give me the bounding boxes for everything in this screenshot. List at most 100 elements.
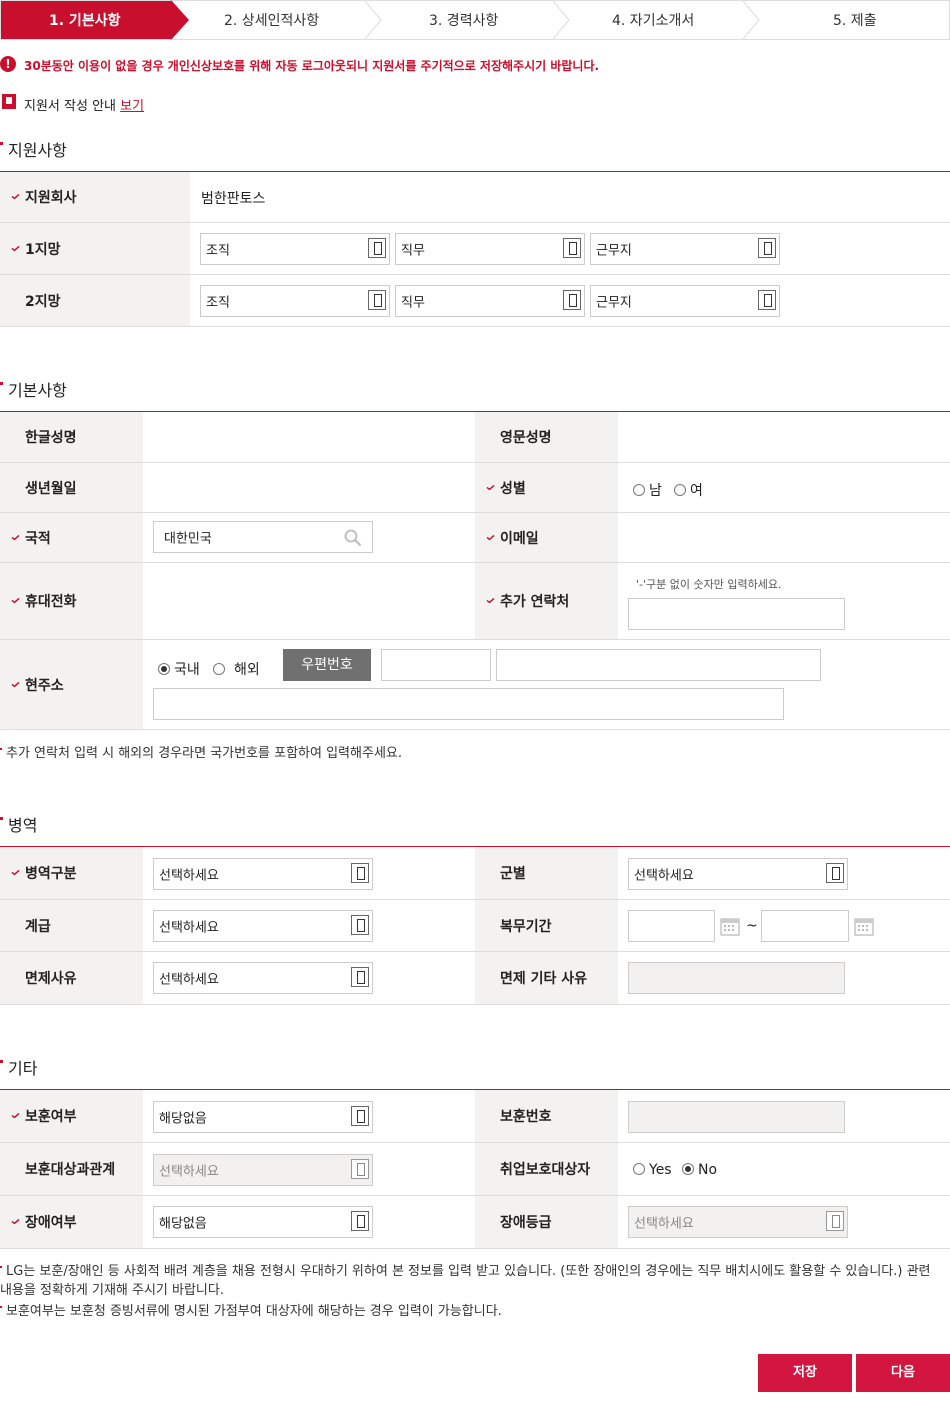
calendar-icon[interactable] — [854, 916, 874, 936]
table-row: 국적 대한민국 이메일 — [0, 513, 950, 563]
save-button[interactable]: 저장 — [758, 1354, 852, 1392]
alert-icon: ! — [0, 56, 16, 72]
disability-grade-select: 선택하세요 — [628, 1206, 848, 1238]
select-popup-icon[interactable] — [563, 290, 581, 310]
next-button[interactable]: 다음 — [856, 1354, 950, 1392]
disability-select[interactable]: 해당없음 — [153, 1206, 373, 1238]
select-popup-icon[interactable] — [351, 1211, 369, 1231]
search-icon[interactable] — [344, 529, 362, 547]
employment-protect-yes-radio[interactable]: Yes — [633, 1162, 672, 1178]
veteran-relation-label: 보훈대상과관계 — [25, 1162, 116, 1178]
military-type-select[interactable]: 선택하세요 — [153, 858, 373, 890]
exempt-other-input — [628, 962, 845, 994]
address-overseas-radio[interactable]: 해외 — [213, 659, 260, 679]
address-domestic-radio[interactable]: 국내 — [158, 659, 200, 679]
select-popup-icon[interactable] — [351, 863, 369, 883]
extra-contact-label: 추가 연락처 — [500, 594, 570, 610]
employment-protect-no-radio[interactable]: No — [682, 1162, 717, 1178]
table-row: 장애여부 해당없음 장애등급 선택하세요 — [0, 1196, 950, 1249]
veteran-label: 보훈여부 — [25, 1109, 77, 1125]
step-career[interactable]: 3. 경력사항 — [383, 1, 553, 39]
birth-label: 생년월일 — [25, 480, 77, 497]
step-navigation: 1. 기본사항 2. 상세인적사항 3. 경력사항 4. 자기소개서 5. 제출 — [0, 0, 950, 40]
exempt-other-label: 면제 기타 사유 — [500, 971, 588, 987]
service-end-input[interactable] — [761, 910, 849, 942]
select-popup-icon[interactable] — [351, 1106, 369, 1126]
required-check-icon — [486, 597, 495, 604]
gender-male-radio[interactable]: 남 — [633, 480, 662, 500]
table-row: 병역구분 선택하세요 군별 선택하세요 — [0, 847, 950, 900]
section-title-military: 병역 — [0, 812, 37, 836]
exempt-reason-select[interactable]: 선택하세요 — [153, 962, 373, 994]
required-check-icon — [11, 1218, 20, 1225]
nationality-field[interactable]: 대한민국 — [153, 521, 373, 553]
calendar-icon[interactable] — [720, 916, 740, 936]
section-title-apply: 지원사항 — [0, 137, 67, 161]
second-choice-label: 2지망 — [25, 293, 61, 310]
employment-protect-label: 취업보호대상자 — [500, 1162, 591, 1178]
veteran-number-label: 보훈번호 — [500, 1109, 552, 1125]
postcode-input[interactable] — [381, 649, 491, 681]
military-branch-label: 군별 — [500, 866, 526, 882]
section-title-basic: 기본사항 — [0, 377, 67, 401]
select-popup-icon — [351, 1159, 369, 1179]
military-branch-select[interactable]: 선택하세요 — [628, 858, 848, 890]
second-job-field[interactable]: 직무 — [395, 285, 585, 317]
first-location-field[interactable]: 근무지 — [590, 233, 780, 265]
table-row: 휴대전화 추가 연락처 '-'구분 없이 숫자만 입력하세요. — [0, 563, 950, 640]
required-check-icon — [11, 1112, 20, 1119]
select-popup-icon[interactable] — [758, 238, 776, 258]
service-start-input[interactable] — [628, 910, 715, 942]
extra-contact-hint: '-'구분 없이 숫자만 입력하세요. — [636, 578, 782, 591]
required-check-icon — [11, 193, 20, 200]
required-check-icon — [11, 245, 20, 251]
select-popup-icon[interactable] — [351, 967, 369, 987]
table-row: 면제사유 선택하세요 면제 기타 사유 — [0, 952, 950, 1005]
company-label: 지원회사 — [25, 190, 77, 206]
address-input[interactable] — [496, 649, 821, 681]
step-intro[interactable]: 4. 자기소개서 — [571, 1, 741, 39]
select-popup-icon[interactable] — [758, 290, 776, 310]
table-row: 보훈대상과관계 선택하세요 취업보호대상자 Yes No — [0, 1143, 950, 1196]
first-job-field[interactable]: 직무 — [395, 233, 585, 265]
second-location-field[interactable]: 근무지 — [590, 285, 780, 317]
select-popup-icon[interactable] — [351, 915, 369, 935]
first-org-field[interactable]: 조직 — [200, 233, 390, 265]
service-period-label: 복무기간 — [500, 918, 552, 935]
company-value: 범한판토스 — [201, 191, 266, 207]
step-divider-icon — [364, 1, 382, 39]
table-row: 계급 선택하세요 복무기간 ~ — [0, 900, 950, 952]
address-detail-input[interactable] — [153, 688, 784, 720]
required-check-icon — [11, 597, 20, 604]
step-detail[interactable]: 2. 상세인적사항 — [191, 1, 366, 39]
veteran-select[interactable]: 해당없음 — [153, 1101, 373, 1133]
rank-select[interactable]: 선택하세요 — [153, 910, 373, 942]
nationality-label: 국적 — [25, 530, 51, 547]
select-popup-icon[interactable] — [563, 238, 581, 258]
period-separator: ~ — [746, 918, 758, 934]
guide-view-link[interactable]: 보기 — [120, 99, 144, 114]
table-row: 한글성명 영문성명 — [0, 412, 950, 463]
mobile-label: 휴대전화 — [25, 594, 77, 610]
military-type-label: 병역구분 — [25, 866, 77, 882]
section-title-etc: 기타 — [0, 1055, 37, 1079]
etc-table: 보훈여부 해당없음 보훈번호 보훈대상과관계 선택하세요 취업보호대상자 Yes… — [0, 1089, 950, 1249]
required-check-icon — [486, 484, 495, 490]
second-org-field[interactable]: 조직 — [200, 285, 390, 317]
select-popup-icon[interactable] — [368, 290, 386, 310]
gender-female-radio[interactable]: 여 — [674, 480, 703, 500]
extra-contact-input[interactable] — [628, 598, 845, 630]
step-submit[interactable]: 5. 제출 — [761, 1, 949, 39]
select-popup-icon — [826, 1211, 844, 1231]
select-popup-icon[interactable] — [826, 863, 844, 883]
disability-label: 장애여부 — [25, 1215, 77, 1231]
select-popup-icon[interactable] — [368, 238, 386, 258]
postcode-button[interactable]: 우편번호 — [283, 649, 371, 681]
step-basic[interactable]: 1. 기본사항 — [1, 1, 171, 39]
veteran-relation-select: 선택하세요 — [153, 1154, 373, 1186]
table-row: 현주소 국내 해외 우편번호 — [0, 640, 950, 730]
required-check-icon — [486, 534, 495, 540]
gender-label: 성별 — [500, 480, 526, 497]
rank-label: 계급 — [25, 918, 51, 935]
first-choice-label: 1지망 — [25, 241, 61, 258]
